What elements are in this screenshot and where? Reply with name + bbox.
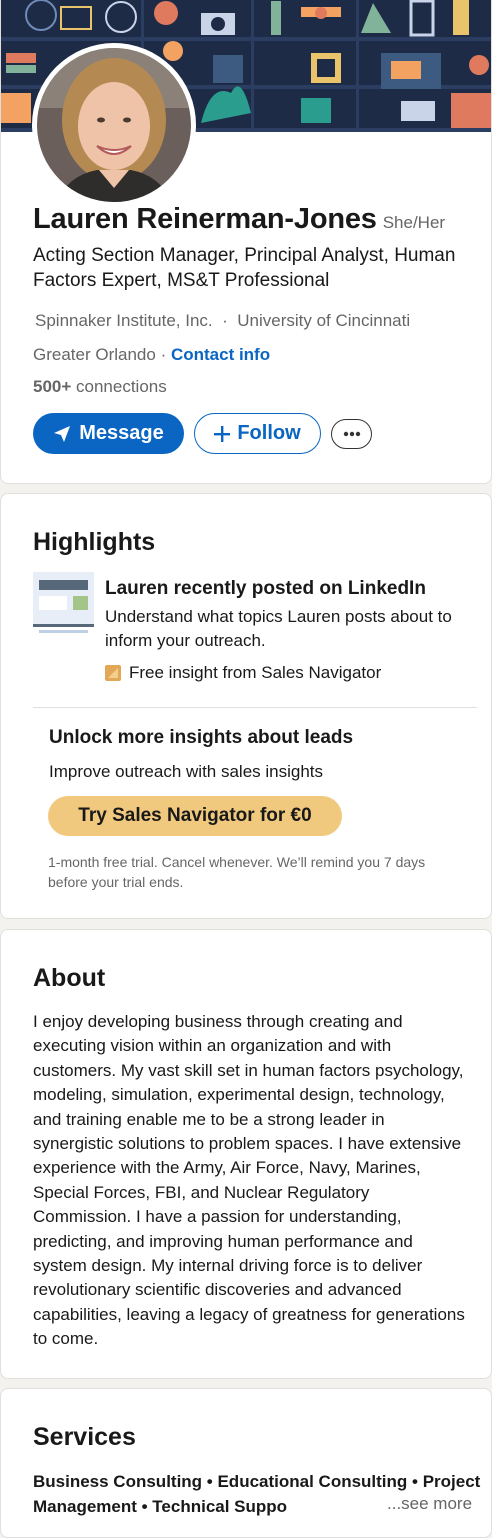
location-text: Greater Orlando	[33, 345, 156, 364]
profile-photo-frame	[32, 43, 196, 207]
message-button[interactable]: Message	[33, 413, 184, 454]
unlock-title: Unlock more insights about leads	[49, 727, 354, 748]
profile-headline: Acting Section Manager, Principal Analys…	[33, 245, 456, 291]
send-icon	[53, 425, 71, 443]
trial-note: 1-month free trial. Cancel whenever. We’…	[48, 854, 426, 890]
unlock-subtitle: Improve outreach with sales insights	[49, 762, 324, 781]
contact-info-link[interactable]: Contact info	[171, 345, 270, 364]
highlights-card: Highlights Lauren recently posted on Lin…	[0, 493, 492, 919]
profile-name: Lauren Reinerman-Jones	[33, 203, 377, 235]
follow-button[interactable]: Follow	[194, 413, 321, 454]
highlight-post-title[interactable]: Lauren recently posted on LinkedIn	[105, 578, 426, 600]
follow-button-label: Follow	[237, 422, 301, 444]
insight-label: Free insight from Sales Navigator	[129, 663, 382, 682]
more-actions-button[interactable]	[331, 418, 372, 449]
services-card: Services Business Consulting • Education…	[0, 1388, 492, 1538]
highlights-divider	[33, 707, 477, 708]
profile-actions: Message Follow	[33, 413, 372, 454]
ellipsis-icon	[343, 431, 361, 437]
services-title: Services	[33, 1423, 136, 1451]
highlight-post-description: Understand what topics Lauren posts abou…	[105, 607, 452, 650]
see-more-link[interactable]: ...see more	[385, 1494, 473, 1514]
pronouns: She/Her	[382, 213, 446, 232]
about-title: About	[33, 964, 106, 992]
message-button-label: Message	[79, 422, 164, 444]
education-link[interactable]: University of Cincinnati	[237, 311, 410, 330]
sales-navigator-icon	[105, 665, 121, 681]
connections-count: 500+	[33, 377, 72, 396]
about-text: I enjoy developing business through crea…	[33, 1012, 465, 1349]
plus-icon	[214, 425, 231, 442]
profile-orgs: Spinnaker Institute, Inc. · University o…	[35, 311, 410, 331]
location-row: Greater Orlando · Contact info	[33, 345, 270, 365]
name-row: Lauren Reinerman-Jones She/Her	[33, 203, 445, 236]
insight-row: Free insight from Sales Navigator	[105, 663, 381, 683]
connections-link[interactable]: 500+ connections	[33, 377, 167, 397]
highlights-title: Highlights	[33, 528, 156, 556]
post-thumbnail-icon	[33, 572, 94, 634]
about-card: About I enjoy developing business throug…	[0, 929, 492, 1379]
try-sales-navigator-button[interactable]: Try Sales Navigator for €0	[48, 796, 342, 836]
location-separator: ·	[155, 345, 171, 364]
org-separator: ·	[222, 311, 228, 330]
connections-label: connections	[71, 377, 167, 396]
company-link[interactable]: Spinnaker Institute, Inc.	[35, 311, 213, 330]
avatar[interactable]	[37, 48, 191, 202]
profile-card: Lauren Reinerman-Jones She/Her Acting Se…	[0, 0, 492, 484]
